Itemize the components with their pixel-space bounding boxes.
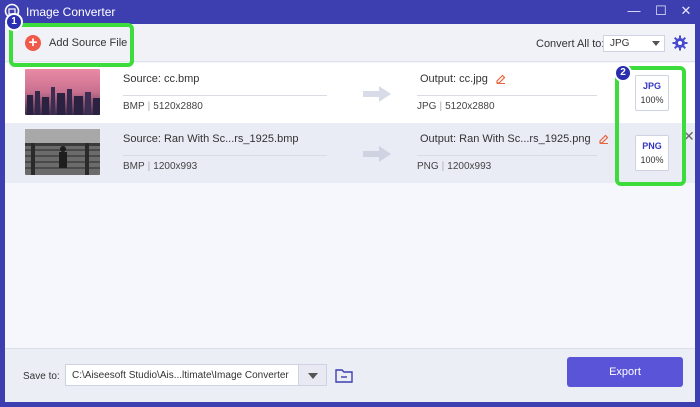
- output-filename-field[interactable]: Output: Ran With Sc...rs_1925.png: [420, 133, 609, 145]
- window-title: Image Converter: [26, 5, 116, 19]
- close-window-button[interactable]: ✕: [677, 3, 695, 19]
- step-badge-1: 1: [5, 13, 23, 31]
- source-resolution: 5120x2880: [153, 101, 203, 112]
- output-format: JPG: [417, 101, 437, 112]
- edit-icon[interactable]: [496, 74, 506, 84]
- export-button[interactable]: Export: [567, 357, 683, 387]
- source-filename: Source: cc.bmp: [123, 73, 200, 85]
- divider: [417, 155, 597, 156]
- output-info: JPG | 5120x2880: [417, 101, 495, 112]
- edit-icon[interactable]: [598, 134, 609, 144]
- arrow-right-icon: [363, 86, 391, 102]
- source-info: BMP | 5120x2880: [123, 101, 203, 112]
- source-filename: Source: Ran With Sc...rs_1925.bmp: [123, 133, 299, 145]
- source-info: BMP | 1200x993: [123, 161, 198, 172]
- main-window: + Add Source File Convert All to: JPG So…: [5, 24, 695, 402]
- footer-bar: Save to: C:\Aiseesoft Studio\Ais...ltima…: [5, 348, 695, 402]
- convert-all-value: JPG: [610, 38, 630, 49]
- arrow-right-icon: [363, 146, 391, 162]
- source-format: BMP: [123, 161, 145, 172]
- title-bar: Image Converter — ☐ ✕: [0, 0, 700, 24]
- callout-highlight-1: [9, 23, 134, 67]
- source-format: BMP: [123, 101, 145, 112]
- step-badge-2: 2: [614, 64, 632, 82]
- maximize-button[interactable]: ☐: [652, 3, 670, 19]
- chevron-down-icon: [308, 373, 318, 379]
- gear-icon[interactable]: [672, 35, 688, 51]
- source-resolution: 1200x993: [153, 161, 198, 172]
- output-filename-field[interactable]: Output: cc.jpg: [420, 73, 506, 85]
- file-row[interactable]: Source: Ran With Sc...rs_1925.bmp BMP | 12…: [5, 123, 695, 183]
- save-path-select[interactable]: C:\Aiseesoft Studio\Ais...ltimate\Image …: [65, 364, 327, 386]
- convert-all-select[interactable]: JPG: [603, 35, 665, 52]
- output-filename: Output: cc.jpg: [420, 73, 488, 85]
- file-thumbnail: [25, 69, 100, 115]
- save-path-value: C:\Aiseesoft Studio\Ais...ltimate\Image …: [72, 370, 289, 381]
- save-to-label: Save to:: [23, 371, 60, 382]
- output-format: PNG: [417, 161, 439, 172]
- save-path-dropdown[interactable]: [298, 365, 326, 385]
- output-info: PNG | 1200x993: [417, 161, 492, 172]
- output-resolution: 1200x993: [447, 161, 492, 172]
- file-thumbnail: [25, 129, 100, 175]
- divider: [417, 95, 597, 96]
- folder-icon[interactable]: [335, 367, 353, 383]
- divider: [123, 95, 327, 96]
- file-list: Source: cc.bmp BMP | 5120x2880 Output: cc.…: [5, 63, 695, 348]
- output-filename: Output: Ran With Sc...rs_1925.png: [420, 133, 591, 145]
- file-row[interactable]: Source: cc.bmp BMP | 5120x2880 Output: cc.…: [5, 63, 695, 123]
- convert-all-label: Convert All to:: [536, 38, 605, 50]
- chevron-down-icon: [652, 41, 660, 46]
- output-resolution: 5120x2880: [445, 101, 495, 112]
- minimize-button[interactable]: —: [625, 3, 643, 19]
- callout-highlight-2: [615, 66, 686, 186]
- divider: [123, 155, 327, 156]
